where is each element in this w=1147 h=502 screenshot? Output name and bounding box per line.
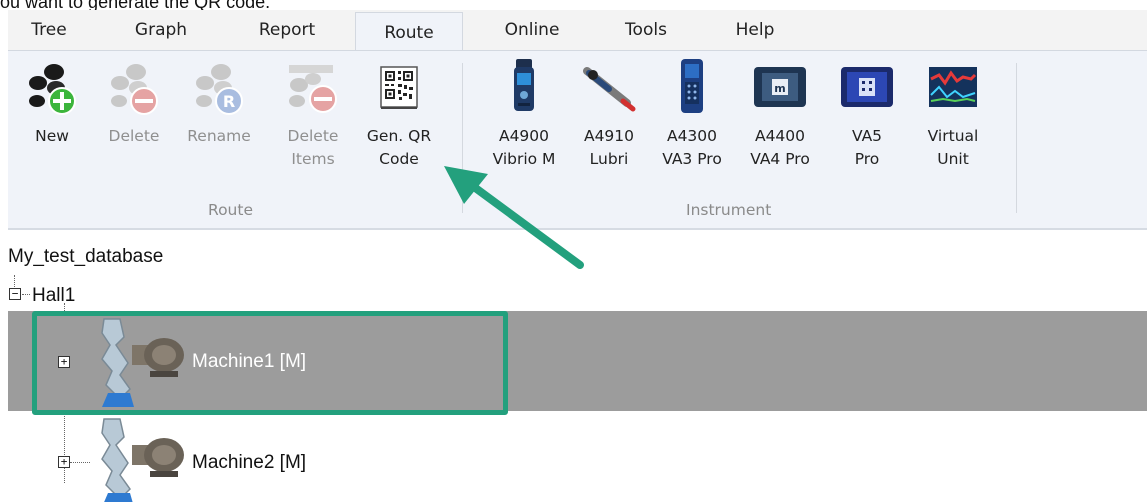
tab-tree[interactable]: Tree: [22, 10, 76, 50]
vibrio-m-icon: [514, 59, 534, 111]
delete-items-label-2: Items: [291, 150, 335, 168]
tree-node-machine2[interactable]: Machine2 [M]: [192, 452, 306, 474]
delete-items-icon: [289, 65, 337, 113]
instrument-group-label: Instrument: [686, 201, 772, 219]
tab-online[interactable]: Online: [488, 10, 576, 50]
delete-items-label-1: Delete: [287, 127, 339, 145]
a4400-va4-pro-button[interactable]: m A4400 VA4 Pro: [740, 57, 820, 171]
tab-tools[interactable]: Tools: [612, 10, 680, 50]
rename-route-label: Rename: [187, 127, 251, 145]
svg-text:m: m: [774, 82, 785, 95]
va4-pro-icon: m: [754, 67, 806, 107]
gen-qr-code-button[interactable]: Gen. QR Code: [362, 57, 436, 171]
gen-qr-code-label-2: Code: [379, 150, 419, 168]
a4300-label-2: VA3 Pro: [662, 150, 722, 168]
va5-pro-label-1: VA5: [851, 127, 883, 145]
va5-pro-button[interactable]: VA5 Pro: [836, 57, 898, 171]
va5-pro-icon: [841, 67, 893, 107]
virtual-unit-button[interactable]: Virtual Unit: [916, 57, 990, 171]
a4300-label-1: A4300: [666, 127, 718, 145]
lubri-icon: [583, 67, 636, 112]
qr-code-icon: [380, 66, 418, 109]
machine-icon: [101, 418, 184, 502]
tree-connector: [70, 462, 90, 463]
new-route-icon: [29, 64, 76, 115]
tree-root-database[interactable]: My_test_database: [8, 246, 163, 268]
a4910-lubri-button[interactable]: A4910 Lubri: [578, 57, 640, 171]
a4900-label-1: A4900: [498, 127, 550, 145]
va5-pro-label-2: Pro: [854, 150, 880, 168]
gen-qr-code-label-1: Gen. QR: [366, 127, 432, 145]
a4900-vibrio-m-button[interactable]: A4900 Vibrio M: [482, 57, 566, 171]
route-group-label: Route: [208, 201, 253, 219]
va3-pro-icon: [681, 59, 703, 113]
a4400-label-2: VA4 Pro: [750, 150, 810, 168]
a4910-label-1: A4910: [583, 127, 635, 145]
annotation-arrow-icon: [444, 166, 584, 269]
rename-route-icon: R: [196, 64, 243, 115]
hall-collapse-toggle[interactable]: −: [9, 288, 21, 300]
new-route-button[interactable]: New: [20, 57, 84, 148]
delete-route-icon: [111, 64, 158, 115]
tab-help[interactable]: Help: [724, 10, 786, 50]
delete-route-label: Delete: [108, 127, 160, 145]
annotation-highlight-box: [32, 311, 508, 415]
virtual-unit-label-1: Virtual: [927, 127, 979, 145]
ribbon-tab-bar: Tree Graph Report Route Online Tools Hel…: [8, 10, 1147, 52]
svg-text:R: R: [223, 92, 235, 111]
rename-route-button[interactable]: R Rename: [178, 57, 260, 148]
tab-graph[interactable]: Graph: [124, 10, 198, 50]
a4400-label-1: A4400: [754, 127, 806, 145]
tree-node-hall1[interactable]: Hall1: [32, 285, 75, 307]
tab-route[interactable]: Route: [355, 12, 463, 52]
delete-items-button[interactable]: Delete Items: [280, 57, 346, 171]
tab-report[interactable]: Report: [244, 10, 330, 50]
virtual-unit-label-2: Unit: [937, 150, 969, 168]
delete-route-button[interactable]: Delete: [98, 57, 170, 148]
route-tree-view: My_test_database − Hall1 + Machine1 [M] …: [0, 231, 1147, 502]
ribbon-group-separator-end: [1016, 63, 1017, 213]
virtual-unit-icon: [929, 67, 977, 107]
new-route-label: New: [35, 127, 69, 145]
tree-connector: [22, 294, 30, 295]
a4300-va3-pro-button[interactable]: A4300 VA3 Pro: [652, 57, 732, 171]
machine2-expand-toggle[interactable]: +: [58, 456, 70, 468]
